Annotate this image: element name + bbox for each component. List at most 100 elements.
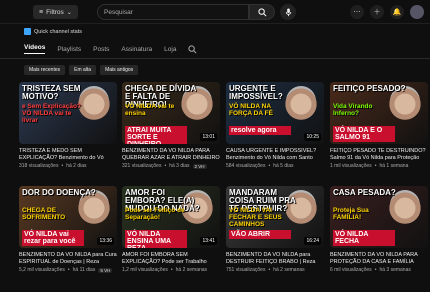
video-views: 5,2 mil visualizações <box>19 267 65 273</box>
create-icon[interactable]: ＋ <box>370 5 384 19</box>
video-meta: 751 visualizações • há 2 semanas <box>226 267 324 273</box>
video-thumbnail[interactable]: MANDARAM COISA RUIM PRA TE DESTRUIR? VÓ N… <box>226 186 324 248</box>
video-duration: 13:01 <box>200 133 217 141</box>
video-thumbnail[interactable]: DOR DO DOENÇA? CHEGA DE SOFRIMENTO VÓ NILD… <box>19 186 117 248</box>
tab-store[interactable]: Loja <box>164 46 176 53</box>
video-title[interactable]: FEITIÇO PESADO TE DESTRUINDO? Salmo 91 d… <box>330 148 428 162</box>
meta-separator: • <box>61 163 64 169</box>
meta-separator: • <box>374 267 377 273</box>
video-age: há 11 dias <box>72 267 96 273</box>
top-bar: ≡ Filtros ⌄ Pesquisar ⋯ ＋ 🔔 <box>0 0 430 24</box>
chip-recent[interactable]: Mais recentes <box>24 65 66 75</box>
thumbnail-callout: VÓ NILDA vai rezar para você <box>22 230 84 246</box>
filter-button[interactable]: ≡ Filtros ⌄ <box>33 5 78 19</box>
notifications-icon[interactable]: 🔔 <box>390 5 404 19</box>
video-thumbnail[interactable]: URGENTE E IMPOSSÍVEL? VÓ NILDA NA FORÇA D… <box>226 82 324 144</box>
thumbnail-headline: CASA PESADA? <box>333 188 396 197</box>
video-card[interactable]: AMOR FOI EMBORA? ELE(A) MUDOU DO NADA? Po… <box>122 186 220 273</box>
video-views: 751 visualizações <box>226 267 266 273</box>
video-card[interactable]: DOR DO DOENÇA? CHEGA DE SOFRIMENTO VÓ NILD… <box>19 186 117 273</box>
thumbnail-callout: ATRAI MUITA SORTE E DINHEIRO <box>125 126 187 144</box>
search-icon[interactable] <box>188 44 197 54</box>
video-card[interactable]: TRISTEZA SEM MOTIVO? e Sem Explicação? VÓ… <box>19 82 117 169</box>
mic-icon <box>285 7 291 16</box>
thumbnail-headline: FEITIÇO PESADO? <box>333 84 406 93</box>
video-title[interactable]: BENZIMENTO DA VÓ NILDA PARA QUEBRAR AZAR… <box>122 148 220 162</box>
video-card[interactable]: CHEGA DE DÍVIDA E FALTA DE DINHEIRO! VÓ N… <box>122 82 220 169</box>
video-views: 1 mil visualizações <box>330 163 372 169</box>
thumbnail-subheadline: Proteja Sua FAMÍLIA! <box>333 207 369 221</box>
filter-icon: ≡ <box>39 8 44 16</box>
video-meta: 321 visualizações • há 3 dias 2 VH <box>122 163 220 169</box>
thumbnail-subheadline: VÓ NILDA VAI FECHAR E SEUS CAMINHOS <box>229 207 282 228</box>
tabs-divider <box>0 58 430 59</box>
video-title[interactable]: BENZIMENTO DA VÓ NILDA para Cura ESPIRIT… <box>19 252 117 266</box>
video-age: há 2 semanas <box>175 267 208 273</box>
video-meta: 1 mil visualizações • há 1 semana <box>330 163 428 169</box>
video-thumbnail[interactable]: TRISTEZA SEM MOTIVO? e Sem Explicação? VÓ… <box>19 82 117 144</box>
avatar[interactable] <box>410 5 424 19</box>
video-thumbnail[interactable]: CASA PESADA? Proteja Sua FAMÍLIA! VÓ NILDA… <box>330 186 428 248</box>
video-meta: 1,2 mil visualizações • há 2 semanas <box>122 267 220 273</box>
chevron-down-icon: ⌄ <box>66 9 72 16</box>
video-views: 584 visualizações <box>226 163 266 169</box>
video-thumbnail[interactable]: AMOR FOI EMBORA? ELE(A) MUDOU DO NADA? Po… <box>122 186 220 248</box>
thumbnail-callout: VÓ NILDA FECHA <box>333 230 395 246</box>
video-age: há 5 dias <box>273 163 294 169</box>
channel-tabs: Vídeos Playlists Posts Assinatura Loja <box>24 43 197 55</box>
thumbnail-headline: DOR DO DOENÇA? <box>22 188 96 197</box>
video-views: 321 visualizações <box>122 163 162 169</box>
video-meta: 5,2 mil visualizações • há 11 dias 5 VH <box>19 267 117 273</box>
meta-separator: • <box>268 267 271 273</box>
tab-posts[interactable]: Posts <box>93 46 109 53</box>
meta-separator: • <box>374 163 377 169</box>
thumbnail-callout: VÓ NILDA ENSINA UMA REZA PODEROSA <box>125 230 187 248</box>
video-card[interactable]: MANDARAM COISA RUIM PRA TE DESTRUIR? VÓ N… <box>226 186 324 273</box>
chip-popular[interactable]: Em alta <box>69 65 97 75</box>
video-title[interactable]: AMOR FOI EMBORA SEM EXPLICAÇÃO? Pode ser… <box>122 252 220 266</box>
video-duration: 16:24 <box>304 237 321 245</box>
video-thumbnail[interactable]: CHEGA DE DÍVIDA E FALTA DE DINHEIRO! VÓ N… <box>122 82 220 144</box>
chip-oldest[interactable]: Mais antigos <box>100 65 139 75</box>
stats-icon <box>24 28 31 35</box>
video-views: 318 visualizações <box>19 163 59 169</box>
thumbnail-subheadline: CHEGA DE SOFRIMENTO <box>22 207 66 221</box>
quick-stats-label: Quick channel stats <box>34 28 82 35</box>
video-age: há 2 dias <box>66 163 87 169</box>
video-age: há 1 semana <box>379 163 409 169</box>
thumbnail-callout: VÓ NILDA E O SALMO 91 <box>333 126 395 142</box>
video-title[interactable]: BENZIMENTO DA VÓ NILDA PARA PROTEÇÃO DA … <box>330 252 428 266</box>
video-thumbnail[interactable]: FEITIÇO PESADO? Vida Virando Inferno? VÓ N… <box>330 82 428 144</box>
filter-label: Filtros <box>46 8 64 16</box>
quick-channel-stats[interactable]: Quick channel stats <box>24 28 82 35</box>
video-card[interactable]: FEITIÇO PESADO? Vida Virando Inferno? VÓ N… <box>330 82 428 169</box>
search-button[interactable] <box>249 4 275 20</box>
apps-icon[interactable]: ⋯ <box>350 5 364 19</box>
video-title[interactable]: TRISTEZA E MEDO SEM EXPLICAÇÃO? Benzimen… <box>19 148 117 162</box>
meta-separator: • <box>67 267 70 273</box>
thumbnail-headline: URGENTE E IMPOSSÍVEL? <box>229 84 283 101</box>
thumbnail-callout: VÃO ABRIR <box>229 230 291 239</box>
tab-membership[interactable]: Assinatura <box>121 46 152 53</box>
mic-button[interactable] <box>280 4 296 20</box>
thumbnail-callout: resolve agora <box>229 126 291 135</box>
video-title[interactable]: BENZIMENTO DA VÓ NILDA para DESTRUIR FEI… <box>226 252 324 266</box>
sort-chips: Mais recentes Em alta Mais antigos <box>24 65 139 75</box>
video-title[interactable]: CAUSA URGENTE E IMPOSSÍVEL? Benzimento d… <box>226 148 324 162</box>
video-badge: 2 VH <box>192 163 207 169</box>
video-card[interactable]: URGENTE E IMPOSSÍVEL? VÓ NILDA NA FORÇA D… <box>226 82 324 169</box>
video-duration: 13:36 <box>97 237 114 245</box>
video-age: há 3 dias <box>169 163 190 169</box>
thumbnail-subheadline: VÓ NILDA vai te ensina <box>125 103 175 117</box>
video-views: 6 mil visualizações <box>330 267 372 273</box>
video-duration: 13:41 <box>200 237 217 245</box>
tab-playlists[interactable]: Playlists <box>57 46 81 53</box>
meta-separator: • <box>268 163 271 169</box>
tab-videos[interactable]: Vídeos <box>24 44 46 54</box>
video-duration: 10:25 <box>304 133 321 141</box>
video-badge: 5 VH <box>98 267 113 273</box>
search-input[interactable]: Pesquisar <box>97 4 249 20</box>
thumbnail-subheadline: VÓ NILDA NA FORÇA DA FÉ <box>229 103 273 117</box>
video-card[interactable]: CASA PESADA? Proteja Sua FAMÍLIA! VÓ NILDA… <box>330 186 428 273</box>
thumbnail-subheadline: Pode ser Feitiço de Separação! <box>125 207 185 221</box>
